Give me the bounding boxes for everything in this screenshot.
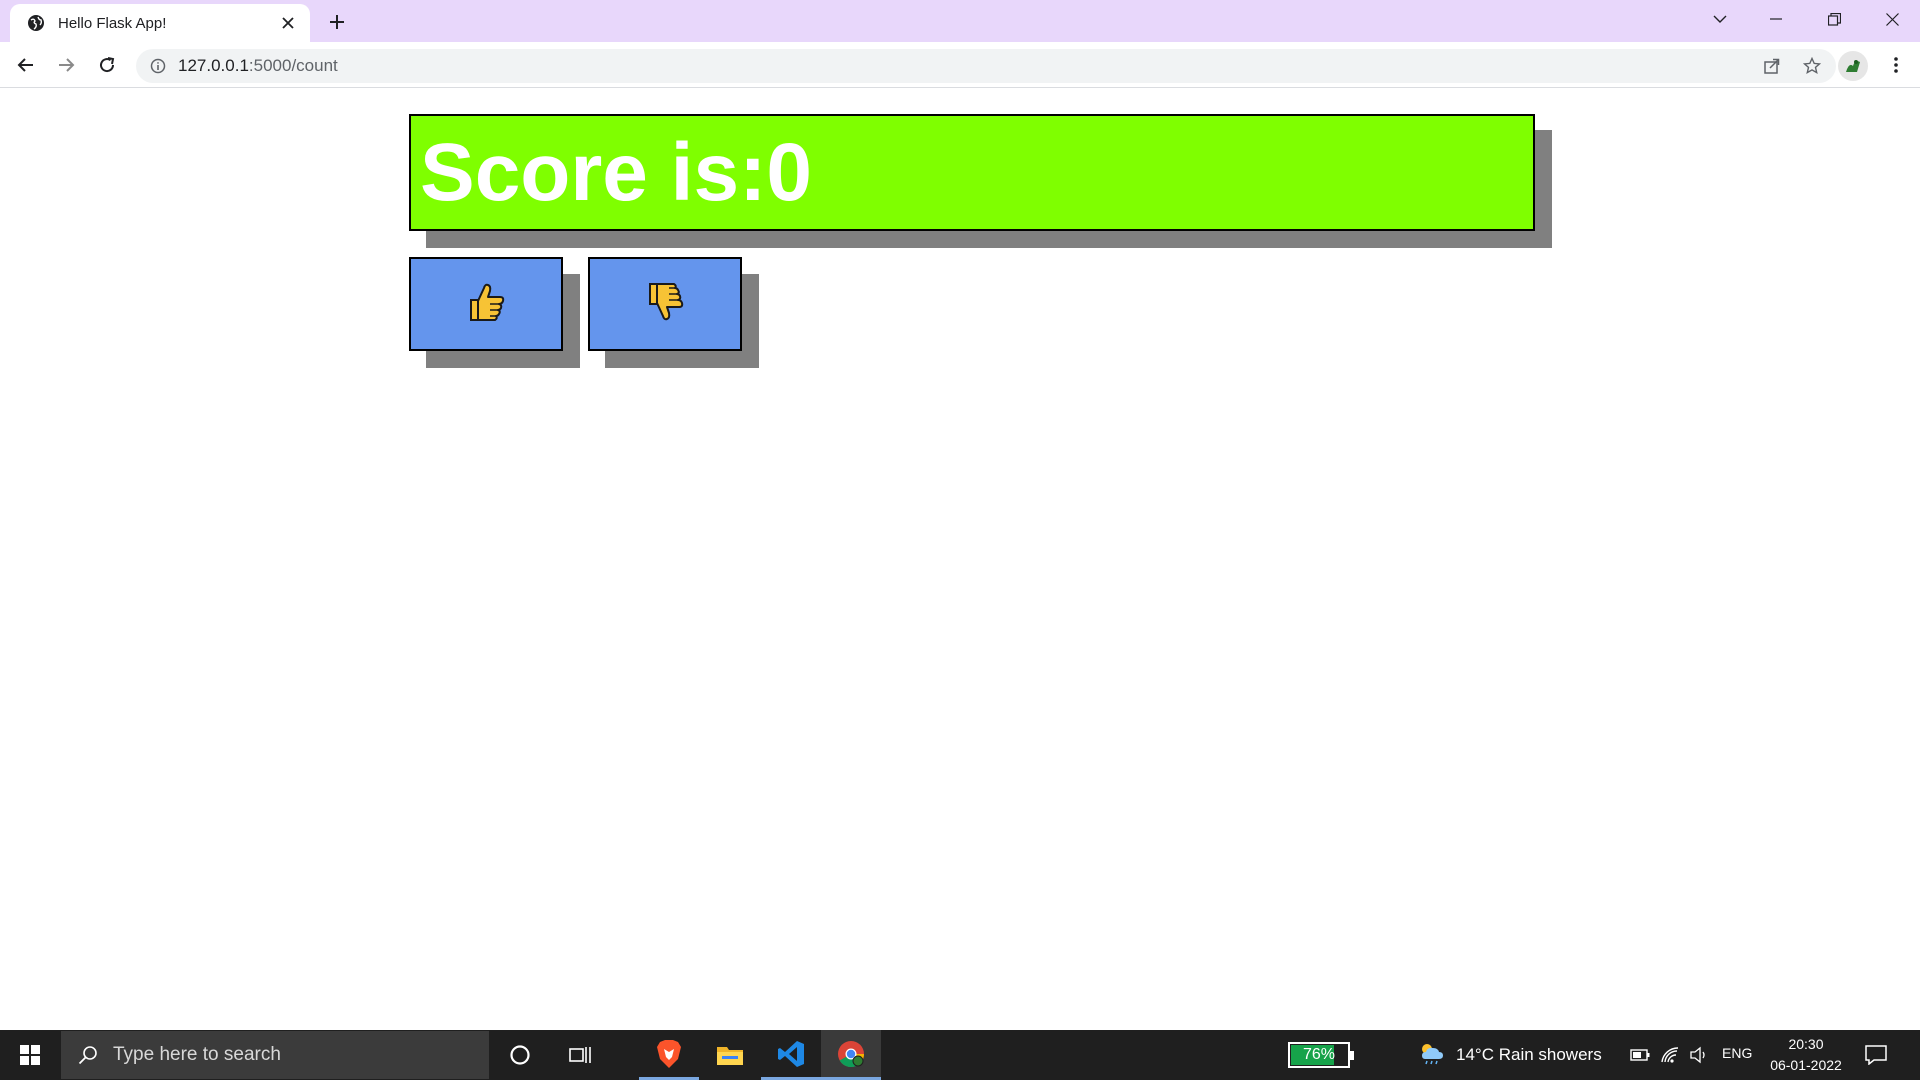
url-path: :5000/count: [248, 56, 338, 75]
browser-toolbar: 127.0.0.1:5000/count: [0, 42, 1920, 88]
thumbs-down-icon: [643, 280, 687, 329]
brave-browser-icon[interactable]: [639, 1030, 699, 1080]
upvote-button[interactable]: [409, 257, 563, 351]
tab-search-chevron-icon[interactable]: [1692, 0, 1748, 38]
weather-text: 14°C Rain showers: [1456, 1045, 1602, 1064]
task-view-icon[interactable]: [550, 1030, 610, 1080]
volume-icon[interactable]: [1687, 1043, 1711, 1067]
downvote-button[interactable]: [588, 257, 742, 351]
weather-rain-cloud-icon: [1418, 1041, 1446, 1070]
file-explorer-icon[interactable]: [700, 1030, 760, 1080]
globe-icon: [26, 13, 46, 33]
search-icon: [75, 1042, 101, 1068]
minimize-button[interactable]: [1748, 0, 1804, 38]
taskbar-search-box[interactable]: Type here to search: [61, 1031, 489, 1079]
share-icon[interactable]: [1756, 50, 1788, 82]
url-text: 127.0.0.1:5000/count: [178, 56, 1756, 76]
battery-cap: [1350, 1051, 1354, 1060]
windows-start-button[interactable]: [0, 1030, 60, 1080]
restore-button[interactable]: [1806, 0, 1862, 38]
battery-saver-icon[interactable]: [1628, 1043, 1652, 1067]
bookmark-star-icon[interactable]: [1796, 50, 1828, 82]
page-content: Score is:0: [0, 89, 1920, 1030]
wifi-icon[interactable]: [1658, 1043, 1682, 1067]
chrome-icon[interactable]: [821, 1030, 881, 1080]
clock-date: 06-01-2022: [1770, 1057, 1842, 1073]
url-host: 127.0.0.1: [178, 56, 249, 75]
forward-button[interactable]: [50, 49, 82, 81]
site-info-icon[interactable]: [148, 56, 168, 76]
thumbs-up-icon: [464, 280, 508, 329]
system-clock[interactable]: 20:30 06-01-2022: [1766, 1034, 1846, 1076]
more-menu-icon[interactable]: [1880, 49, 1912, 81]
new-tab-button[interactable]: [322, 7, 352, 37]
profile-avatar[interactable]: [1838, 51, 1868, 81]
close-window-button[interactable]: [1864, 0, 1920, 38]
browser-tab-strip: Hello Flask App!: [0, 0, 1920, 42]
score-text: Score is:0: [420, 126, 812, 218]
back-button[interactable]: [10, 49, 42, 81]
input-language[interactable]: ENG: [1722, 1045, 1752, 1061]
score-box: Score is:0: [409, 114, 1535, 231]
weather-widget[interactable]: 14°C Rain showers: [1418, 1030, 1602, 1080]
battery-indicator[interactable]: 76%: [1288, 1042, 1354, 1068]
browser-tab[interactable]: Hello Flask App!: [10, 4, 310, 42]
tab-title: Hello Flask App!: [58, 14, 167, 32]
cortana-icon[interactable]: [490, 1030, 550, 1080]
address-bar[interactable]: 127.0.0.1:5000/count: [136, 49, 1836, 83]
close-tab-icon[interactable]: [274, 9, 302, 37]
taskbar: Type here to search 76% 14°C Rain shower…: [0, 1030, 1920, 1080]
clock-time: 20:30: [1788, 1036, 1824, 1052]
battery-percent: 76%: [1302, 1046, 1336, 1063]
search-placeholder: Type here to search: [113, 1044, 281, 1065]
reload-button[interactable]: [91, 49, 123, 81]
vscode-icon[interactable]: [761, 1030, 821, 1080]
notification-center-icon[interactable]: [1862, 1041, 1890, 1069]
